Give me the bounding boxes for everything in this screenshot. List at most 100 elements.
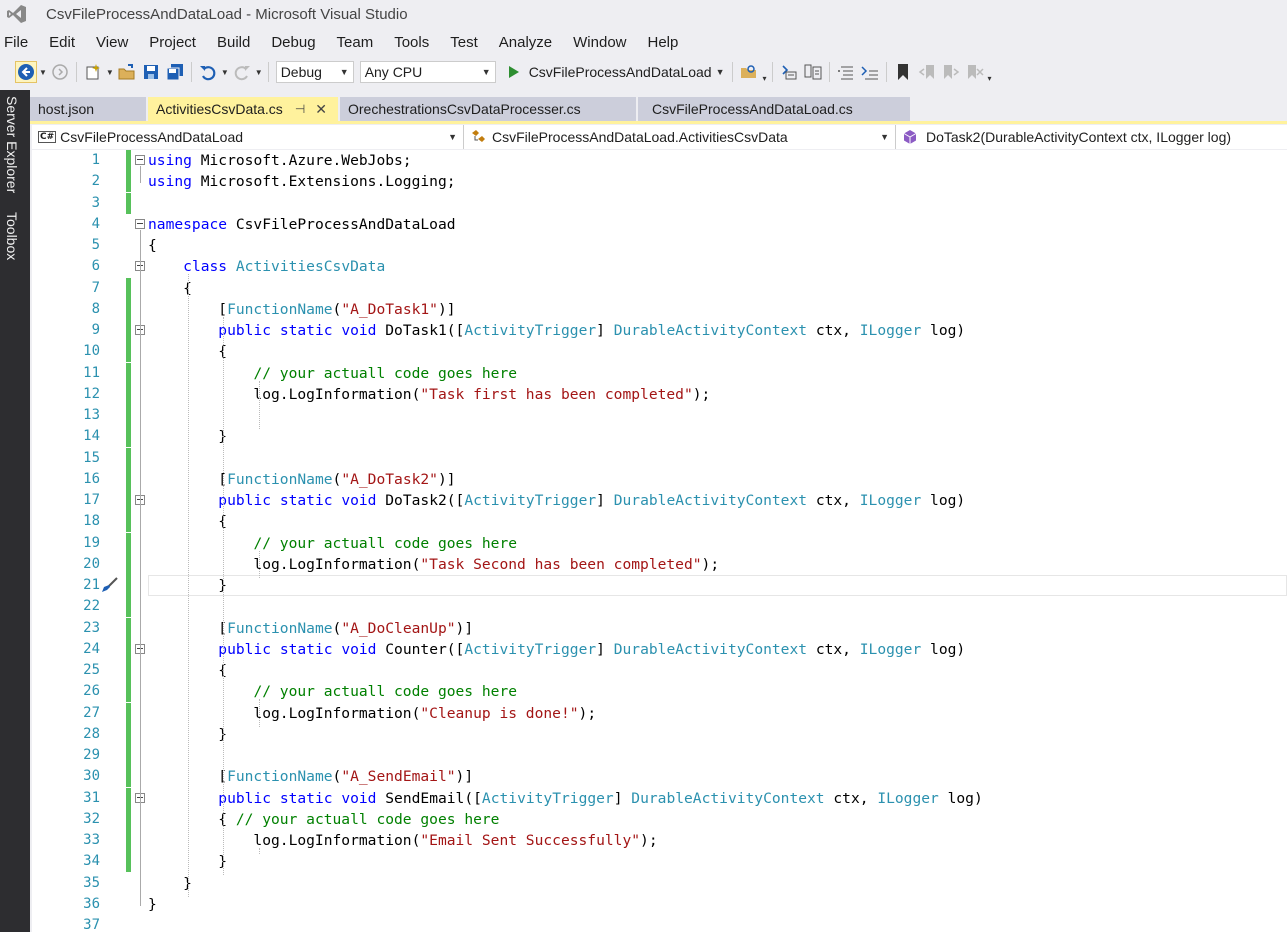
collapse-toggle-icon[interactable] [135,218,145,229]
tab-orechestrations-csv-data-processer[interactable]: OrechestrationsCsvDataProcesser.cs [340,97,636,121]
menu-file[interactable]: File [0,34,38,51]
code-line[interactable]: 8 [FunctionName("A_DoTask1")] [32,298,1287,320]
code-text[interactable]: // your actuall code goes here [148,363,517,384]
quick-actions-brush-icon[interactable] [100,577,118,596]
code-text[interactable]: [FunctionName("A_DoTask2")] [148,469,455,490]
code-line[interactable]: 3 [32,192,1287,214]
menu-view[interactable]: View [91,34,138,51]
code-text[interactable]: { // your actuall code goes here [148,809,499,830]
code-line[interactable]: 11 // your actuall code goes here [32,362,1287,384]
server-explorer-tab[interactable]: Server Explorer [4,96,20,193]
tab-csv-file-process-and-data-load[interactable]: CsvFileProcessAndDataLoad.cs [638,97,910,121]
chevron-down-icon[interactable]: ▼ [39,68,47,77]
collapse-toggle-icon[interactable] [135,155,145,165]
menu-team[interactable]: Team [332,34,384,51]
browser-link-button[interactable] [738,61,760,83]
code-line[interactable]: 12 log.LogInformation("Task first has be… [32,383,1287,405]
code-text[interactable]: public static void Counter([ActivityTrig… [148,639,965,660]
code-text[interactable]: using Microsoft.Azure.WebJobs; [148,150,412,171]
code-line[interactable]: 22 [32,596,1287,618]
type-dropdown[interactable]: CsvFileProcessAndDataLoad.ActivitiesCsvD… [464,125,896,149]
code-line[interactable]: 6 class ActivitiesCsvData [32,256,1287,277]
code-text[interactable]: [FunctionName("A_DoCleanUp")] [148,618,473,639]
code-text[interactable]: // your actuall code goes here [148,681,517,702]
chevron-down-icon[interactable]: ▼ [106,68,114,77]
code-line[interactable]: 13 [32,405,1287,426]
code-line[interactable]: 10 { [32,341,1287,363]
menu-test[interactable]: Test [445,34,488,51]
start-debugging-button[interactable]: CsvFileProcessAndDataLoad ▼ [503,64,725,80]
new-project-button[interactable] [82,61,104,83]
code-text[interactable]: log.LogInformation("Cleanup is done!"); [148,703,596,724]
code-line[interactable]: 19 // your actuall code goes here [32,532,1287,554]
code-text[interactable]: } [148,894,157,915]
menu-project[interactable]: Project [144,34,206,51]
code-line[interactable]: 24 public static void Counter([ActivityT… [32,638,1287,660]
code-text[interactable]: public static void DoTask2([ActivityTrig… [148,490,965,511]
code-line[interactable]: 20 log.LogInformation("Task Second has b… [32,553,1287,575]
code-text[interactable]: [FunctionName("A_DoTask1")] [148,299,455,320]
tab-host-json[interactable]: host.json [30,97,146,121]
code-line[interactable]: 25 { [32,660,1287,681]
uncomment-button[interactable] [859,61,881,83]
navigate-back-button[interactable] [15,61,37,83]
menu-analyze[interactable]: Analyze [494,34,562,51]
code-line[interactable]: 30 [FunctionName("A_SendEmail")] [32,766,1287,788]
step-into-button[interactable] [778,61,800,83]
code-line[interactable]: 4 namespace CsvFileProcessAndDataLoad [32,214,1287,235]
code-line[interactable]: 18 { [32,511,1287,533]
previous-bookmark-button[interactable] [916,61,938,83]
code-text[interactable]: using Microsoft.Extensions.Logging; [148,171,456,192]
code-text[interactable]: class ActivitiesCsvData [148,256,385,277]
toolbar-overflow-icon[interactable]: ▾ [762,74,766,83]
solution-explorer-button[interactable] [802,61,824,83]
toolbar-overflow-icon[interactable]: ▾ [988,74,992,83]
chevron-down-icon[interactable]: ▼ [716,67,725,77]
menu-build[interactable]: Build [212,34,260,51]
code-text[interactable]: { [148,235,157,256]
code-line[interactable]: 1 using Microsoft.Azure.WebJobs; [32,150,1287,171]
comment-out-button[interactable] [835,61,857,83]
code-line[interactable]: 27 log.LogInformation("Cleanup is done!"… [32,702,1287,724]
code-line[interactable]: 9 public static void DoTask1([ActivityTr… [32,320,1287,341]
code-text[interactable]: public static void SendEmail([ActivityTr… [148,788,982,809]
code-text[interactable]: public static void DoTask1([ActivityTrig… [148,320,965,341]
redo-button[interactable] [231,61,253,83]
code-line[interactable]: 34 } [32,851,1287,873]
open-file-button[interactable] [116,61,138,83]
code-line[interactable]: 7 { [32,277,1287,299]
code-line[interactable]: 14 } [32,426,1287,448]
tab-activities-csv-data[interactable]: ActivitiesCsvData.cs ⊣ ✕ [148,97,338,121]
code-line[interactable]: 32 { // your actuall code goes here [32,808,1287,830]
pin-icon[interactable]: ⊣ [295,102,305,116]
menu-tools[interactable]: Tools [389,34,439,51]
code-line[interactable]: 29 [32,745,1287,766]
code-line[interactable]: 5{ [32,235,1287,256]
code-line[interactable]: 16 [FunctionName("A_DoTask2")] [32,468,1287,490]
code-line[interactable]: 15 [32,447,1287,469]
code-line[interactable]: 37 [32,915,1287,932]
code-line[interactable]: 26 // your actuall code goes here [32,681,1287,703]
code-editor[interactable]: 1 using Microsoft.Azure.WebJobs; 2 using Mi… [32,150,1287,932]
code-line[interactable]: 35 } [32,873,1287,894]
save-all-button[interactable] [164,61,186,83]
code-line[interactable]: 33 log.LogInformation("Email Sent Succes… [32,830,1287,851]
code-line[interactable]: 23 [FunctionName("A_DoCleanUp")] [32,617,1287,639]
code-line[interactable]: 17 public static void DoTask2([ActivityT… [32,490,1287,511]
toggle-bookmark-button[interactable] [892,61,914,83]
code-text[interactable]: log.LogInformation("Email Sent Successfu… [148,830,657,851]
code-text[interactable]: log.LogInformation("Task Second has been… [148,554,719,575]
clear-bookmarks-button[interactable] [964,61,986,83]
menu-edit[interactable]: Edit [44,34,85,51]
save-button[interactable] [140,61,162,83]
toolbox-tab[interactable]: Toolbox [4,212,20,260]
solution-configuration-dropdown[interactable]: Debug ▼ [275,61,354,83]
code-line[interactable]: 28 } [32,723,1287,745]
member-dropdown[interactable]: DoTask2(DurableActivityContext ctx, ILog… [896,125,1287,149]
code-line[interactable]: 31 public static void SendEmail([Activit… [32,787,1287,809]
menu-help[interactable]: Help [643,34,689,51]
code-text[interactable]: [FunctionName("A_SendEmail")] [148,766,473,787]
code-text[interactable]: { [148,278,192,299]
code-line[interactable]: 36} [32,894,1287,915]
menu-debug[interactable]: Debug [266,34,325,51]
